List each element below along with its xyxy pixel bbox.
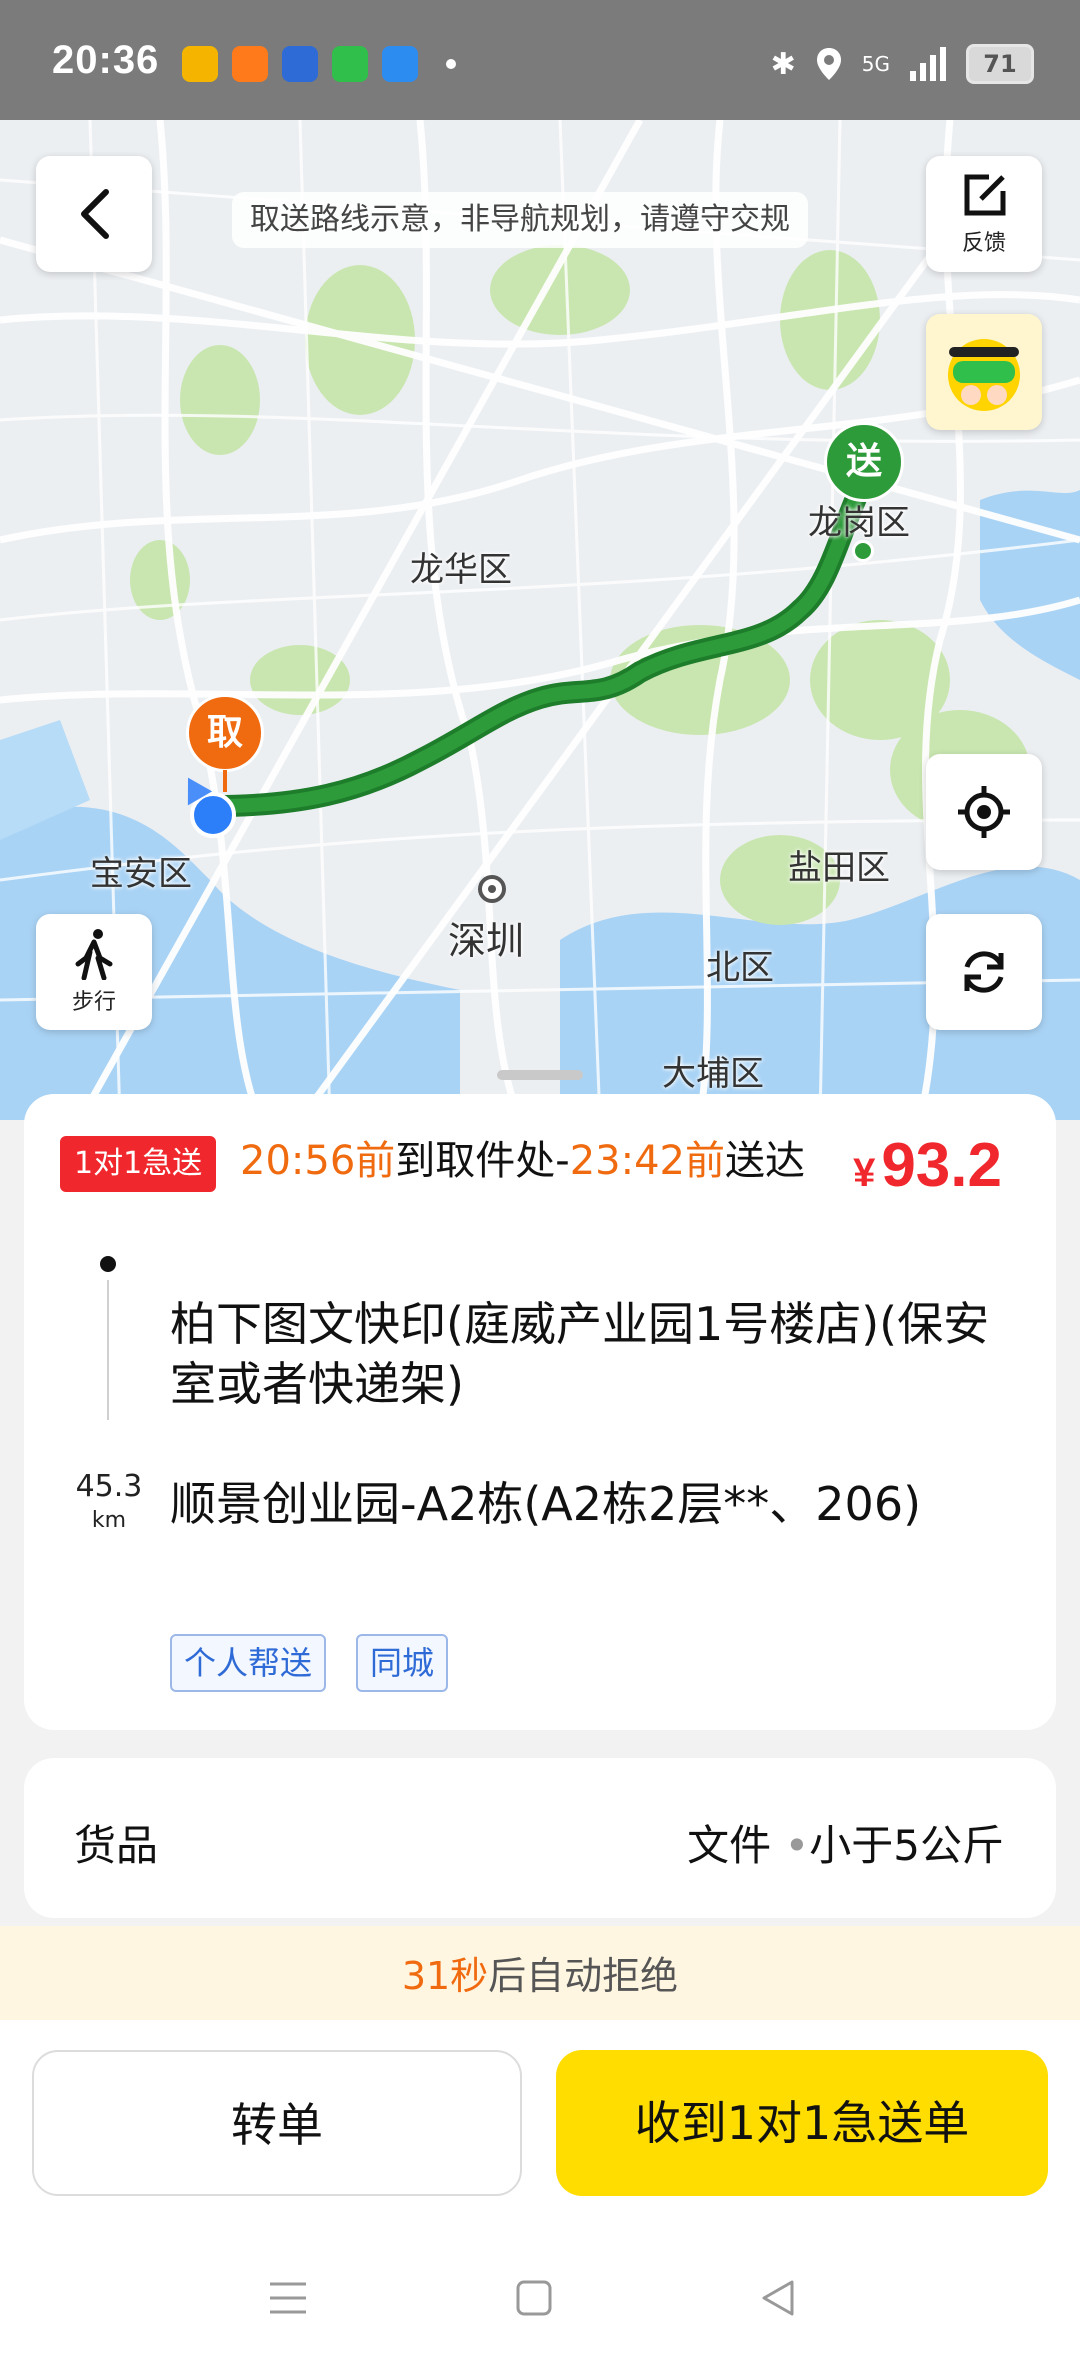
- back-button[interactable]: [36, 156, 152, 272]
- home-nav-icon[interactable]: [512, 2276, 556, 2320]
- countdown-seconds: 31秒: [401, 1954, 489, 1998]
- signal-5g-label: 5G: [861, 52, 890, 76]
- delivery-marker-dot: [852, 540, 874, 562]
- countdown-text: 后自动拒绝: [488, 1954, 679, 1998]
- edit-icon: [964, 174, 1006, 216]
- refresh-icon: [964, 951, 1004, 993]
- map-label-baoan: 宝安区: [90, 854, 192, 894]
- pickup-marker-stem: [223, 770, 227, 792]
- feedback-label: 反馈: [961, 231, 1006, 256]
- back-nav-icon[interactable]: [756, 2276, 800, 2320]
- baidu-app-icon: [282, 46, 318, 82]
- delivery-marker-label: 送: [845, 441, 882, 482]
- pickup-deadline: 20:56前: [240, 1138, 396, 1184]
- menu-nav-icon[interactable]: [266, 2276, 310, 2320]
- distance-value: 45.3: [75, 1469, 143, 1504]
- transfer-button[interactable]: 转单: [32, 2050, 522, 2196]
- delivery-address-text: 顺景创业园-A2栋(A2栋2层**、206): [170, 1477, 922, 1531]
- battery-icon: 71: [966, 44, 1034, 84]
- map-background: [0, 120, 1080, 1120]
- message-app-icon: [332, 46, 368, 82]
- tag-same-city: 同城: [356, 1634, 449, 1692]
- refresh-button[interactable]: [926, 914, 1042, 1030]
- goods-info: 文件 •小于5公斤: [687, 1812, 1004, 1873]
- pickup-marker-label: 取: [206, 712, 243, 753]
- pickup-address-text: 柏下图文快印(庭威产业园1号楼店)(保安室或者快递架): [170, 1297, 990, 1411]
- delivery-deadline: 23:42前: [569, 1138, 725, 1184]
- order-time-window: 20:56前到取件处-23:42前送达: [240, 1134, 840, 1188]
- route-map[interactable]: 龙华区 龙岗区 宝安区 深圳 盐田区 北区 大埔区 取 送: [0, 120, 1080, 1120]
- status-right: ✱ 5G 71: [771, 44, 1034, 84]
- system-nav-bar: [0, 2240, 1080, 2362]
- status-bar: 20:36 ✱ 5G 71: [0, 0, 1080, 120]
- sheet-drag-handle[interactable]: [497, 1070, 583, 1080]
- home-app-icon: [232, 46, 268, 82]
- location-icon: [816, 48, 841, 80]
- walk-mode-button[interactable]: 步行: [36, 914, 152, 1030]
- auto-reject-countdown: 31秒后自动拒绝: [0, 1926, 1080, 2032]
- map-label-shenzhen: 深圳: [448, 919, 525, 963]
- route-notice: 取送路线示意，非导航规划，请遵守交规: [232, 192, 808, 248]
- back-arrow-icon: [81, 189, 109, 239]
- distance-unit: km: [91, 1508, 127, 1533]
- order-card: 1对1急送 20:56前到取件处-23:42前送达 ¥93.2 柏下图文快印(庭…: [24, 1094, 1056, 1730]
- status-time: 20:36: [52, 38, 160, 82]
- map-label-yantian: 盐田区: [788, 848, 890, 888]
- goods-title: 货品: [74, 1821, 159, 1870]
- delivery-marker: 送: [824, 422, 904, 502]
- goods-card: 货品 文件 •小于5公斤: [24, 1758, 1056, 1918]
- accept-order-button[interactable]: 收到1对1急送单: [556, 2050, 1048, 2196]
- rider-avatar[interactable]: [926, 314, 1042, 430]
- rider-helmet-icon: [948, 339, 1020, 411]
- pickup-text: 到取件处-: [395, 1138, 570, 1184]
- goods-weight: 小于5公斤: [809, 1821, 1004, 1870]
- walk-icon: [75, 929, 113, 980]
- map-label-longhua: 龙华区: [410, 550, 512, 590]
- price-symbol: ¥: [853, 1151, 876, 1195]
- urgent-tag: 1对1急送: [60, 1136, 217, 1192]
- walk-label: 步行: [71, 990, 116, 1015]
- folder-app-icon: [182, 46, 218, 82]
- goods-type: 文件: [687, 1821, 772, 1870]
- more-notifications-dot: [446, 59, 456, 69]
- delivery-address: 顺景创业园-A2栋(A2栋2层**、206): [170, 1474, 1010, 1534]
- signal-icon: [910, 47, 946, 81]
- locate-button[interactable]: [926, 754, 1042, 870]
- order-price: ¥93.2: [853, 1130, 1002, 1201]
- route-distance: 45.3 km: [64, 1470, 154, 1538]
- map-label-north: 北区: [706, 948, 774, 988]
- map-label-longgang: 龙岗区: [808, 503, 910, 543]
- price-value: 93.2: [881, 1131, 1002, 1200]
- browser-app-icon: [382, 46, 418, 82]
- map-label-dapeng: 大埔区: [662, 1054, 764, 1094]
- goods-separator: •: [784, 1821, 810, 1870]
- pickup-dot: [100, 1256, 116, 1272]
- feedback-button[interactable]: 反馈: [926, 156, 1042, 272]
- notification-icons: [182, 46, 456, 82]
- pickup-address: 柏下图文快印(庭威产业园1号楼店)(保安室或者快递架): [170, 1294, 1010, 1414]
- locate-icon: [958, 786, 1010, 838]
- route-line: [107, 1280, 109, 1420]
- tag-personal-delivery: 个人帮送: [170, 1634, 327, 1692]
- delivery-text: 送达: [725, 1138, 805, 1184]
- bluetooth-icon: ✱: [770, 46, 796, 82]
- pickup-marker: 取: [186, 694, 264, 772]
